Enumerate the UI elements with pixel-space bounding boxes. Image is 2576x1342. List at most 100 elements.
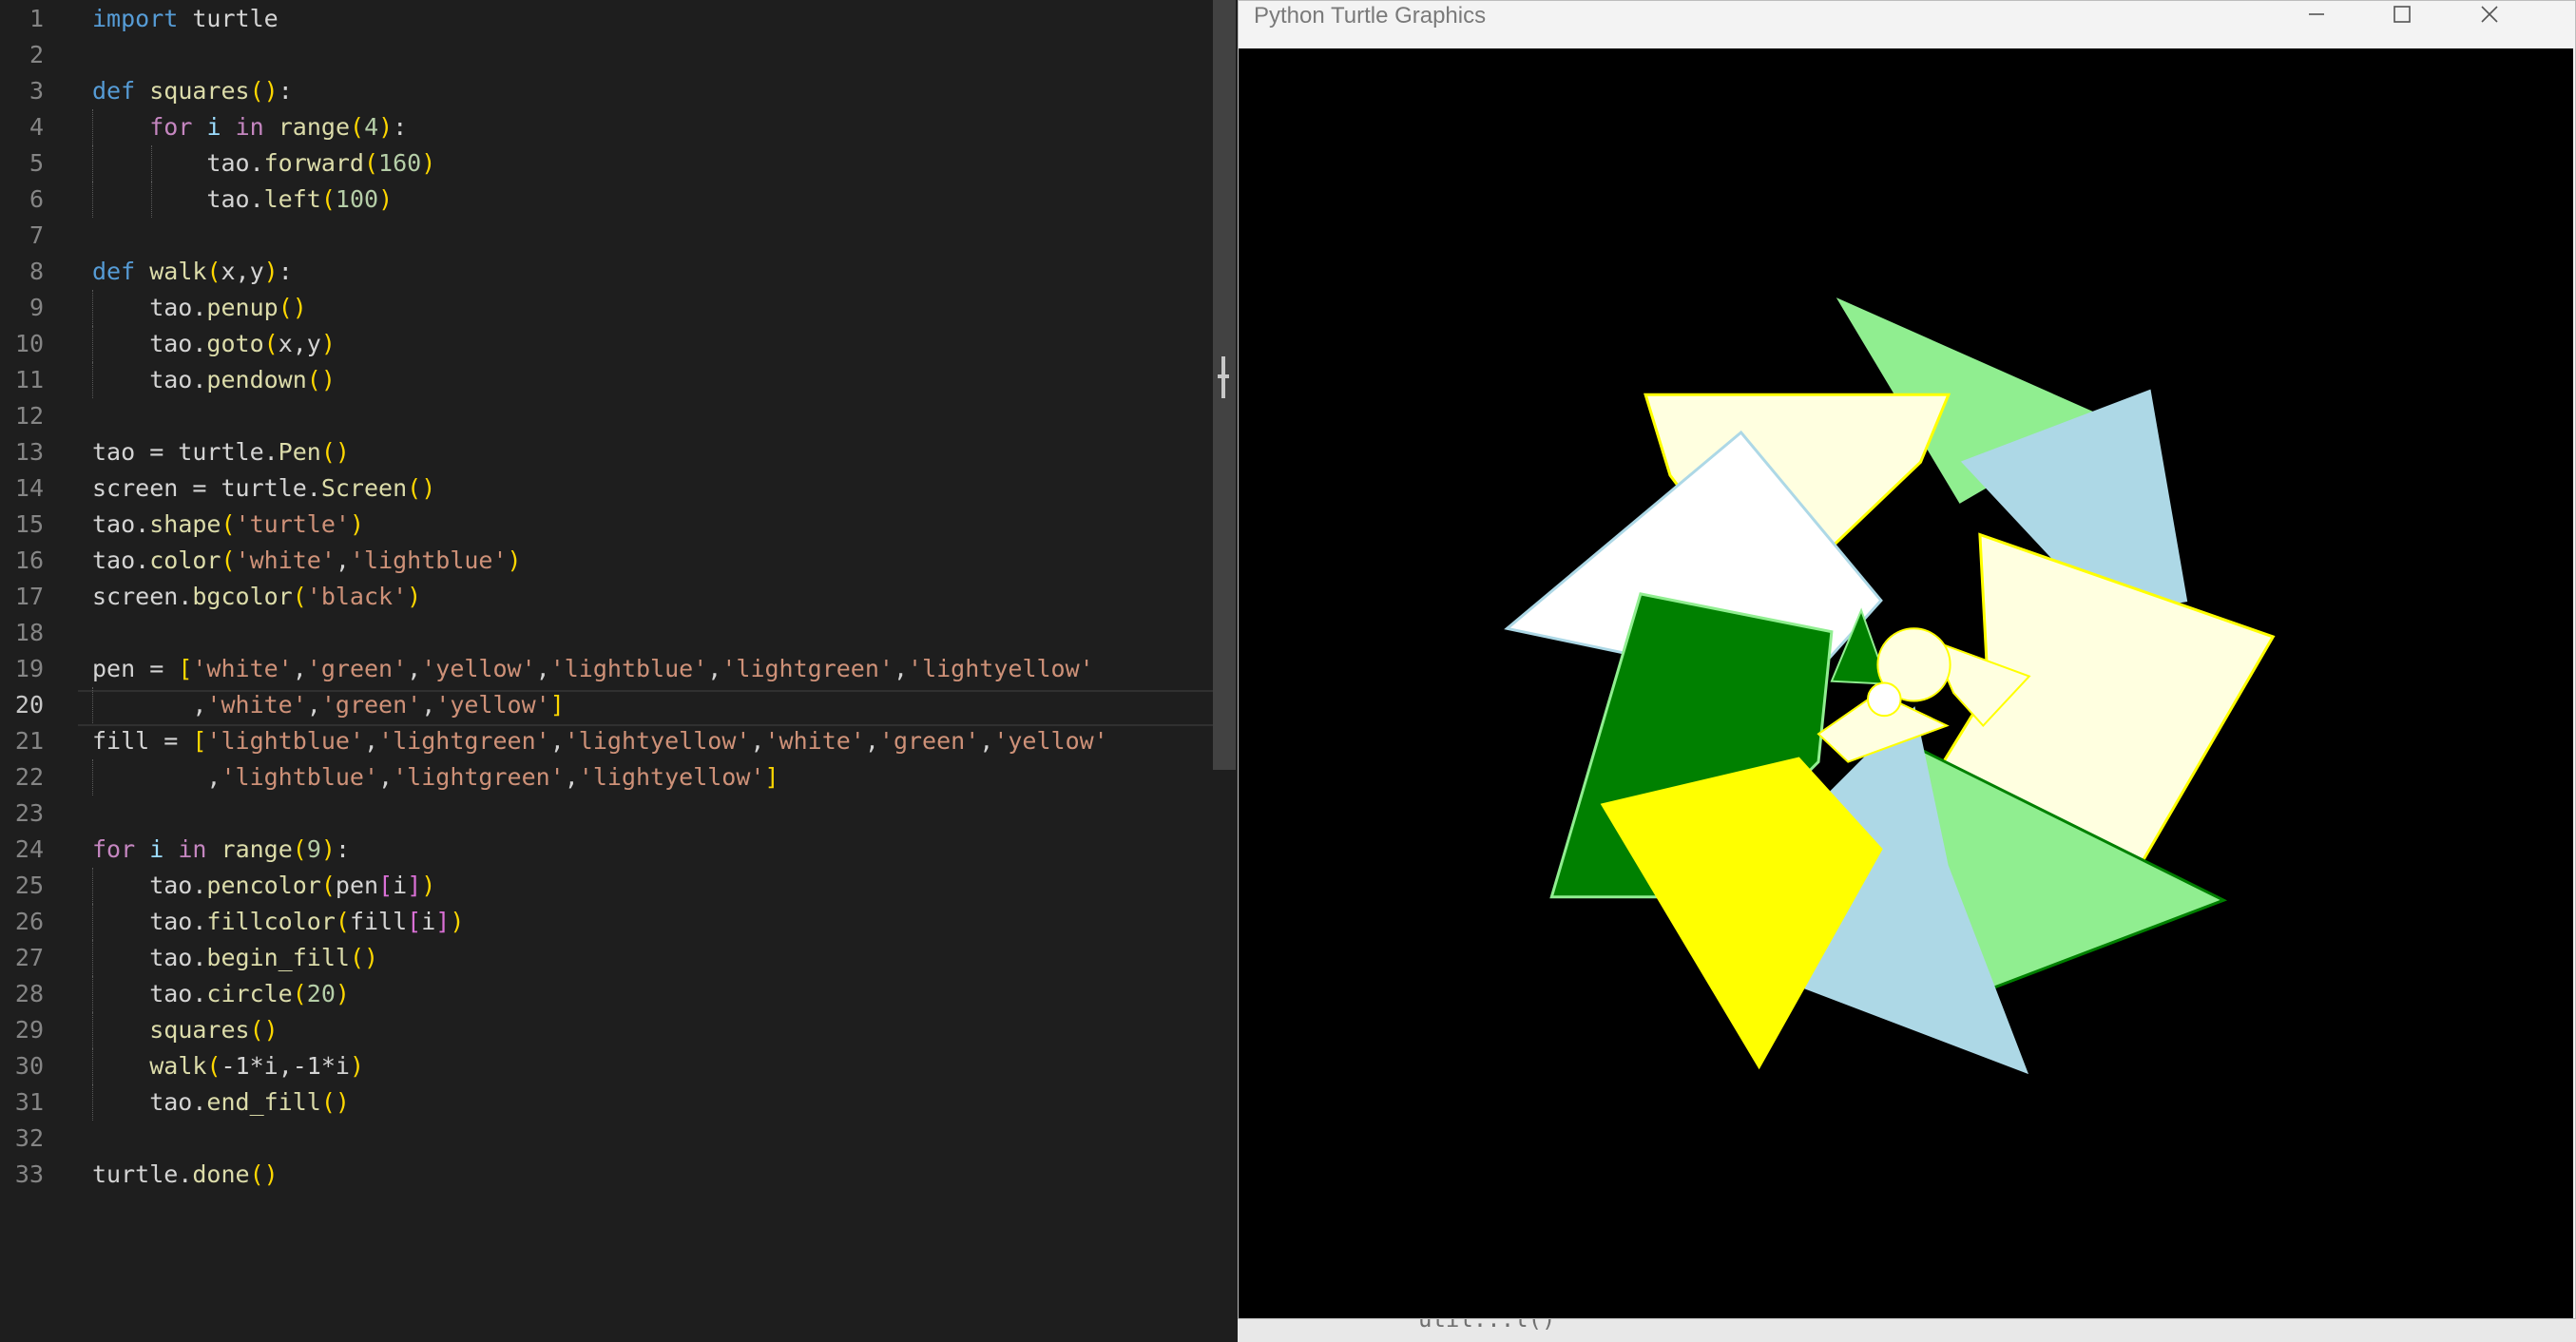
code-line[interactable]: 19 pen = ['white','green','yellow','light… [0,651,1236,687]
minimize-icon [2306,4,2327,29]
code-token: tao. [92,294,207,321]
code-line[interactable]: 3 def squares(): [0,73,1236,109]
code-line[interactable]: 27 tao.begin_fill() [0,940,1236,976]
minimize-button[interactable] [2278,1,2355,31]
code-token: [ [178,655,193,682]
code-line[interactable]: 31 tao.end_fill() [0,1084,1236,1121]
code-line[interactable]: 5 tao.forward(160) [0,145,1236,182]
code-line[interactable]: 2 [0,37,1236,73]
code-token: ) [421,149,436,177]
line-number: 26 [14,908,44,935]
window-titlebar[interactable]: Python Turtle Graphics [1239,1,2575,48]
code-text: def squares(): [92,73,293,109]
code-token: : [393,113,408,141]
line-number: 27 [14,944,44,971]
code-token: ] [407,872,422,899]
splitter-handle[interactable] [1218,356,1229,398]
code-text: screen.bgcolor('black') [92,579,421,615]
code-line[interactable]: 24 for i in range(9): [0,832,1236,868]
code-token: 'yellow' [421,655,536,682]
code-line[interactable]: 28 tao.circle(20) [0,976,1236,1012]
code-line[interactable]: 1 import turtle [0,1,1236,37]
code-token: shape [149,510,221,538]
code-token: 'lightgreen' [378,727,550,755]
code-token: [ [378,872,394,899]
code-token: , [306,691,321,719]
code-line[interactable]: 9 tao.penup() [0,290,1236,326]
code-line[interactable]: 18 [0,615,1236,651]
code-line[interactable]: 11 tao.pendown() [0,362,1236,398]
line-number: 13 [14,438,44,466]
code-text: tao.end_fill() [92,1084,350,1121]
turtle-window[interactable]: Python Turtle Graphics [1238,0,2576,1319]
code-token: ( [335,908,350,935]
code-token: fillcolor [206,908,336,935]
code-token: ) [263,258,279,285]
code-token: [ [407,908,422,935]
code-line[interactable]: 26 tao.fillcolor(fill[i]) [0,904,1236,940]
code-line[interactable]: 16 tao.color('white','lightblue') [0,543,1236,579]
code-token: 100 [335,185,379,213]
line-number: 2 [29,41,44,68]
code-line[interactable]: 17 screen.bgcolor('black') [0,579,1236,615]
code-editor[interactable]: 1 import turtle 2 3 def squares(): 4 for i in… [0,0,1236,1342]
code-text: import turtle [92,1,279,37]
code-token: screen = turtle. [92,474,321,502]
close-button[interactable] [2451,1,2528,31]
code-token: 160 [378,149,422,177]
line-number: 25 [14,872,44,899]
code-token: () [306,366,336,393]
maximize-button[interactable] [2364,1,2440,31]
code-token: import [92,5,179,32]
code-token: , [407,655,422,682]
code-line[interactable]: 20 ,'white','green','yellow'] [0,687,1236,723]
code-line[interactable]: 14 screen = turtle.Screen() [0,470,1236,507]
code-text: pen = ['white','green','yellow','lightbl… [92,651,1094,687]
line-number: 11 [14,366,44,393]
code-token: () [407,474,436,502]
line-number: 10 [14,330,44,357]
code-line[interactable]: 15 tao.shape('turtle') [0,507,1236,543]
code-token: tao = turtle. [92,438,279,466]
line-number: 23 [14,799,44,827]
code-line[interactable]: 8 def walk(x,y): [0,254,1236,290]
code-line[interactable]: 21 fill = ['lightblue','lightgreen','ligh… [0,723,1236,759]
background-code-text: util...l() [1418,1319,1556,1332]
code-token: 'lightgreen' [393,763,565,791]
code-token: 'green' [306,655,408,682]
code-line[interactable]: 4 for i in range(4): [0,109,1236,145]
code-line[interactable]: 22 ,'lightblue','lightgreen','lightyello… [0,759,1236,796]
maximize-icon [2392,4,2413,29]
code-text: tao.left(100) [92,182,393,218]
code-token: tao. [92,330,207,357]
code-line[interactable]: 13 tao = turtle.Pen() [0,434,1236,470]
code-token: tao. [92,980,207,1007]
turtle-canvas[interactable] [1239,48,2573,1318]
code-line[interactable]: 6 tao.left(100) [0,182,1236,218]
code-token: pen = [92,655,179,682]
code-line[interactable]: 7 [0,218,1236,254]
code-token: for [92,835,136,863]
code-token: Screen [320,474,408,502]
code-token: def [92,77,136,105]
code-line[interactable]: 30 walk(-1*i,-1*i) [0,1048,1236,1084]
code-token: pendown [206,366,307,393]
code-token: ( [221,510,236,538]
line-number: 31 [14,1088,44,1116]
code-text: tao.shape('turtle') [92,507,364,543]
code-line[interactable]: 10 tao.goto(x,y) [0,326,1236,362]
code-line[interactable]: 12 [0,398,1236,434]
code-token: forward [263,149,364,177]
code-token: circle [206,980,293,1007]
code-line[interactable]: 25 tao.pencolor(pen[i]) [0,868,1236,904]
code-text: ,'white','green','yellow'] [92,687,564,723]
code-line[interactable]: 29 squares() [0,1012,1236,1048]
code-text: ,'lightblue','lightgreen','lightyellow'] [92,759,779,796]
code-line[interactable]: 32 [0,1121,1236,1157]
code-line[interactable]: 33 turtle.done() [0,1157,1236,1193]
line-number: 4 [29,113,44,141]
code-line[interactable]: 23 [0,796,1236,832]
